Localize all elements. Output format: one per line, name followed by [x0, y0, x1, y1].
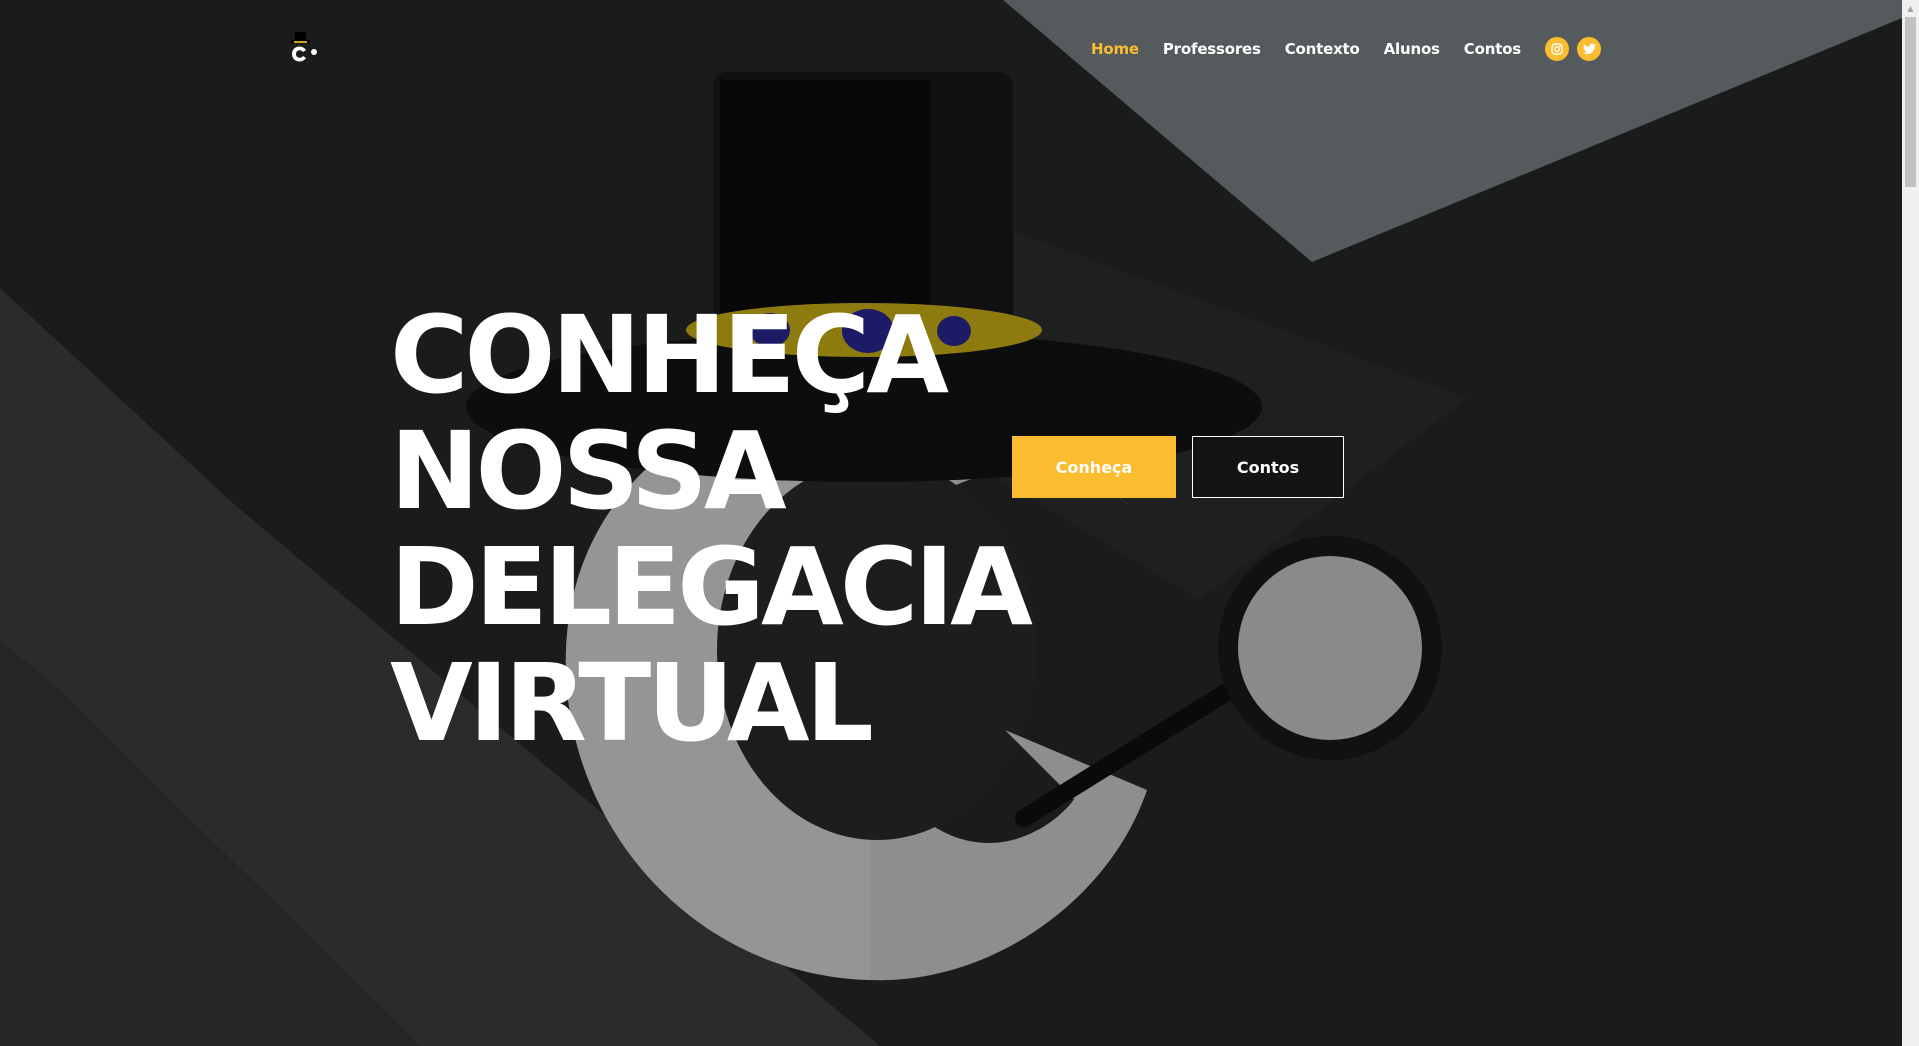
- instagram-icon[interactable]: [1545, 37, 1569, 61]
- nav-contos[interactable]: Contos: [1464, 38, 1521, 60]
- vertical-scrollbar[interactable]: ▲: [1902, 0, 1919, 1046]
- social-links: [1545, 37, 1601, 61]
- hero-title-line: NOSSA: [390, 410, 787, 534]
- conheca-button[interactable]: Conheça: [1012, 436, 1176, 498]
- main-nav: Home Professores Contexto Alunos Contos: [1067, 37, 1601, 61]
- contos-button[interactable]: Contos: [1192, 436, 1344, 498]
- scroll-up-arrow-icon[interactable]: ▲: [1902, 0, 1919, 17]
- nav-home[interactable]: Home: [1091, 38, 1139, 60]
- hero-title-line: CONHEÇA: [390, 294, 949, 418]
- nav-professores[interactable]: Professores: [1163, 38, 1261, 60]
- scrollbar-thumb[interactable]: [1905, 17, 1916, 187]
- nav-alunos[interactable]: Alunos: [1384, 38, 1440, 60]
- page: Home Professores Contexto Alunos Contos …: [0, 0, 1919, 1046]
- nav-contexto[interactable]: Contexto: [1285, 38, 1360, 60]
- hero-title-line: DELEGACIA: [390, 526, 1033, 650]
- twitter-icon[interactable]: [1577, 37, 1601, 61]
- hero-title: CONHEÇA NOSSA DELEGACIA VIRTUAL: [390, 294, 1033, 766]
- site-logo[interactable]: [286, 30, 322, 68]
- hero-title-line: VIRTUAL: [390, 642, 874, 766]
